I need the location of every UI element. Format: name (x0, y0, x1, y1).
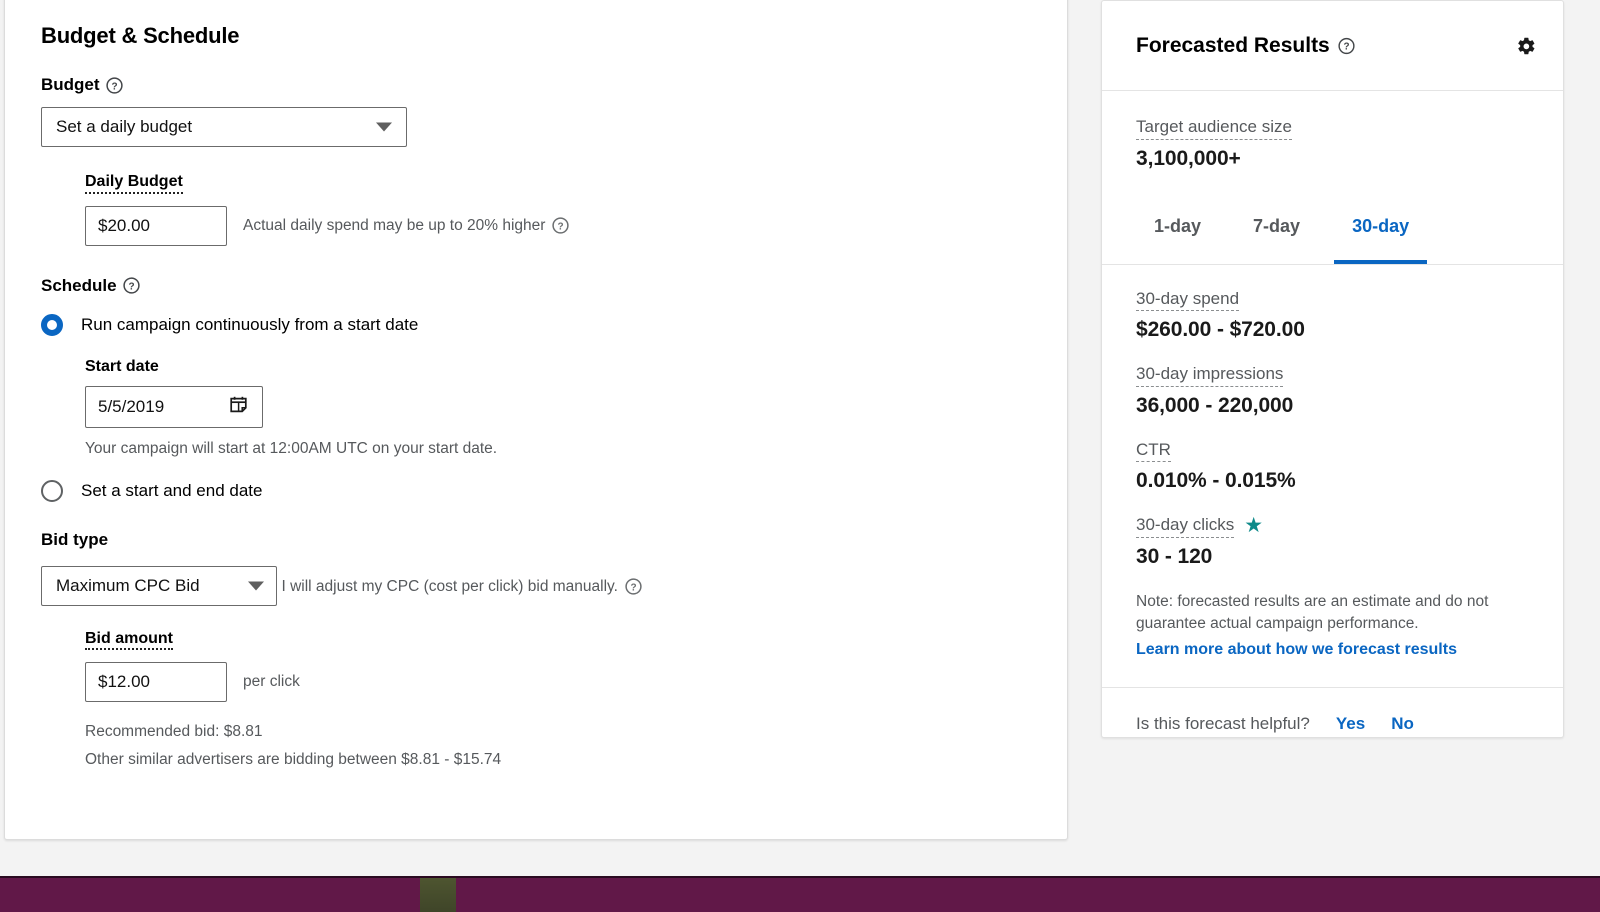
radio-continuous[interactable] (41, 313, 63, 336)
tab-7-day[interactable]: 7-day (1235, 193, 1318, 264)
start-date-value: 5/5/2019 (98, 396, 165, 416)
daily-budget-hint-text: Actual daily spend may be up to 20% high… (243, 216, 546, 234)
svg-text:?: ? (630, 582, 636, 593)
metric-label[interactable]: CTR (1136, 440, 1171, 463)
metric-value: 3,100,000+ (1136, 146, 1241, 170)
svg-text:?: ? (128, 281, 134, 292)
chevron-down-icon (248, 581, 264, 591)
bid-type-label: Bid type (41, 529, 109, 549)
bid-amount-input[interactable]: $12.00 (85, 662, 227, 703)
forecast-note-text: Note: forecasted results are an estimate… (1136, 592, 1489, 633)
daily-budget-label[interactable]: Daily Budget (85, 173, 183, 194)
svg-text:?: ? (111, 81, 117, 92)
start-date-note: Your campaign will start at 12:00AM UTC … (85, 439, 498, 457)
metric-label[interactable]: 30-day spend (1136, 289, 1240, 312)
forecast-audience-section: Target audience size 3,100,000+ (1102, 91, 1563, 171)
metric-value: $260.00 - $720.00 (1136, 318, 1305, 342)
feedback-no-button[interactable]: No (1391, 714, 1414, 734)
forecast-header: Forecasted Results ? (1102, 1, 1563, 91)
budget-type-select[interactable]: Set a daily budget (41, 107, 407, 147)
per-click-label: per click (243, 673, 300, 691)
tab-1-day[interactable]: 1-day (1136, 193, 1219, 264)
help-circle-icon[interactable]: ? (1338, 37, 1355, 55)
forecast-tabs: 1-day 7-day 30-day (1102, 193, 1563, 265)
daily-budget-group: Daily Budget $20.00 Actual daily spend m… (85, 173, 1047, 246)
bid-type-select[interactable]: Maximum CPC Bid (41, 565, 277, 606)
start-date-group: Start date 5/5/2019 Your campaign will s… (85, 358, 1047, 458)
recommended-bid: Recommended bid: $8.81 (85, 723, 263, 741)
chevron-down-icon (376, 122, 392, 132)
budget-label: Budget (41, 75, 100, 94)
radio-start-end[interactable] (41, 479, 63, 502)
bid-amount-group: Bid amount $12.00 per click Recommended … (85, 630, 1047, 770)
bid-type-note: I will adjust my CPC (cost per click) bi… (281, 578, 642, 596)
metric-value: 0.010% - 0.015% (1136, 469, 1296, 493)
budget-type-value: Set a daily budget (56, 117, 193, 136)
help-circle-icon[interactable]: ? (122, 277, 140, 294)
schedule-option-continuous[interactable]: Run campaign continuously from a start d… (41, 313, 1047, 336)
metric-label[interactable]: 30-day impressions (1136, 364, 1284, 387)
schedule-option-continuous-label: Run campaign continuously from a start d… (81, 314, 419, 334)
daily-budget-hint: Actual daily spend may be up to 20% high… (243, 216, 570, 235)
start-date-label: Start date (85, 357, 159, 375)
schedule-label: Schedule (41, 275, 117, 295)
forecasted-results-card: Forecasted Results ? Target audience siz… (1101, 0, 1564, 738)
schedule-option-start-end-label: Set a start and end date (81, 480, 263, 500)
bid-type-note-text: I will adjust my CPC (cost per click) bi… (281, 577, 618, 595)
daily-budget-input[interactable]: $20.00 (85, 205, 227, 246)
similar-advertisers-bid: Other similar advertisers are bidding be… (85, 751, 502, 769)
learn-more-link[interactable]: Learn more about how we forecast results (1136, 638, 1529, 661)
bid-type-value: Maximum CPC Bid (56, 575, 200, 595)
feedback-question: Is this forecast helpful? (1136, 714, 1310, 734)
gear-icon[interactable] (1515, 35, 1537, 57)
metric-30-day-impressions: 30-day impressions 36,000 - 220,000 (1136, 364, 1529, 418)
feedback-yes-button[interactable]: Yes (1336, 714, 1365, 734)
help-circle-icon[interactable]: ? (552, 217, 570, 234)
metric-value: 36,000 - 220,000 (1136, 393, 1294, 417)
start-date-input[interactable]: 5/5/2019 (85, 385, 263, 428)
page-title: Budget & Schedule (41, 23, 240, 48)
budget-label-row: Budget ? (41, 75, 1047, 95)
tab-30-day[interactable]: 30-day (1334, 193, 1428, 264)
desktop-taskbar[interactable] (0, 876, 1600, 912)
forecast-note: Note: forecasted results are an estimate… (1102, 587, 1563, 687)
calendar-icon[interactable] (229, 395, 248, 419)
svg-text:?: ? (558, 221, 564, 232)
metric-value: 30 - 120 (1136, 544, 1213, 568)
metric-30-day-spend: 30-day spend $260.00 - $720.00 (1136, 289, 1529, 343)
forecast-title-row: Forecasted Results ? (1136, 34, 1515, 58)
metric-ctr: CTR 0.010% - 0.015% (1136, 440, 1529, 494)
star-icon: ★ (1244, 513, 1264, 537)
help-circle-icon[interactable]: ? (625, 578, 642, 595)
taskbar-window-thumbnail[interactable] (420, 878, 456, 912)
help-circle-icon[interactable]: ? (105, 76, 123, 94)
forecast-feedback: Is this forecast helpful? Yes No (1102, 686, 1563, 761)
metric-label[interactable]: Target audience size (1136, 117, 1292, 140)
schedule-label-row: Schedule ? (41, 276, 1047, 296)
app-root: Budget & Schedule Budget ? Set a daily b… (0, 0, 1600, 912)
svg-text:?: ? (1343, 42, 1349, 53)
metric-30-day-clicks: 30-day clicks ★ 30 - 120 (1136, 515, 1529, 569)
metric-label[interactable]: 30-day clicks (1136, 515, 1235, 538)
metric-target-audience-size: Target audience size 3,100,000+ (1136, 117, 1529, 171)
schedule-option-start-end[interactable]: Set a start and end date (41, 479, 1047, 502)
bid-amount-label[interactable]: Bid amount (85, 630, 173, 651)
budget-schedule-card: Budget & Schedule Budget ? Set a daily b… (4, 0, 1068, 840)
forecast-title: Forecasted Results (1136, 33, 1330, 57)
forecast-metrics: 30-day spend $260.00 - $720.00 30-day im… (1102, 265, 1563, 569)
